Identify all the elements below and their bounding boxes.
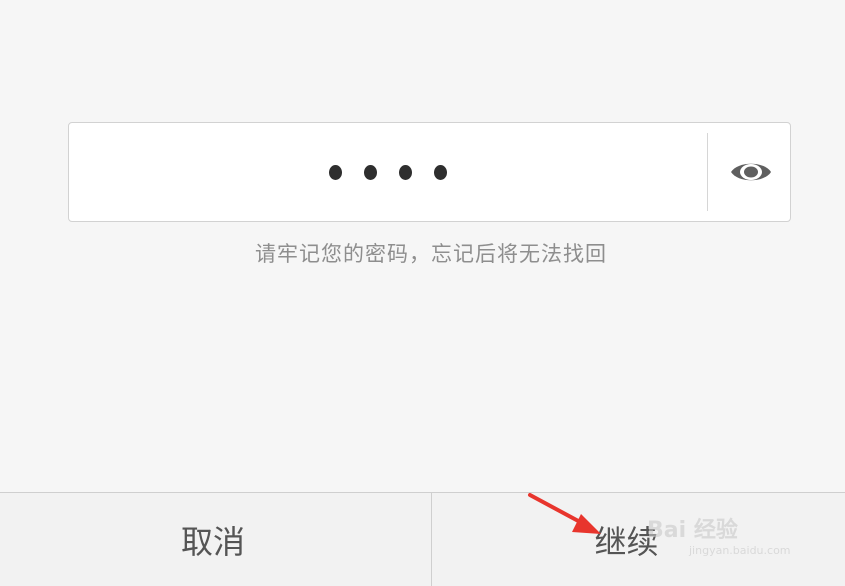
- continue-button[interactable]: 继续: [432, 493, 845, 586]
- bottom-action-bar: 取消 继续: [0, 492, 845, 586]
- show-password-toggle[interactable]: [729, 157, 773, 187]
- field-divider: [707, 133, 708, 211]
- password-dot: [434, 164, 447, 180]
- password-dot: [329, 164, 342, 180]
- password-dot: [399, 164, 412, 180]
- cancel-button[interactable]: 取消: [0, 493, 430, 586]
- eye-icon: [731, 163, 771, 181]
- password-field[interactable]: [68, 122, 791, 222]
- password-dot: [364, 164, 377, 180]
- password-hint: 请牢记您的密码，忘记后将无法找回: [255, 242, 607, 266]
- password-masked-value: [69, 123, 707, 221]
